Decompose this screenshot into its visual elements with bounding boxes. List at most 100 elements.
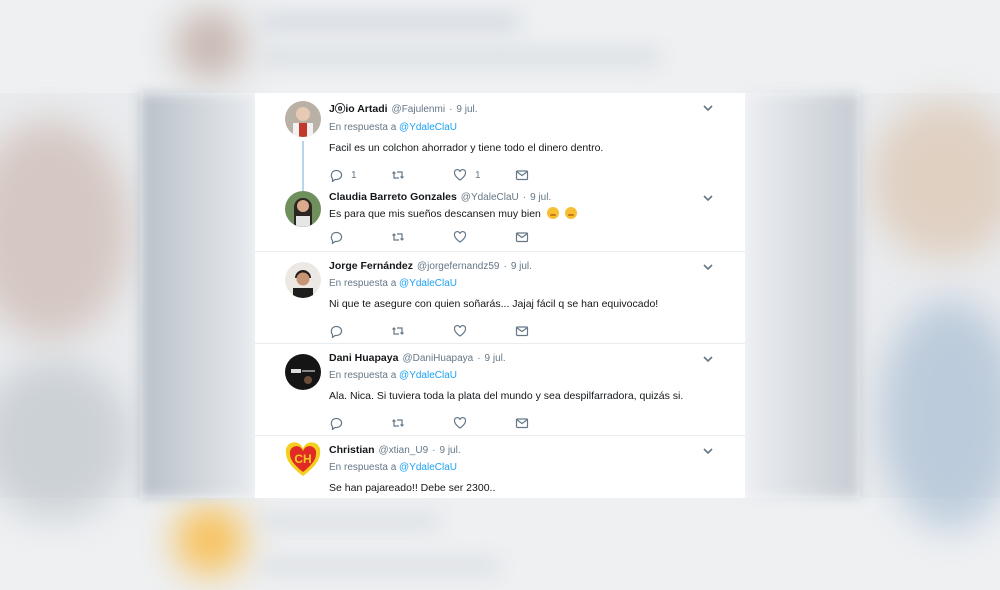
tweet[interactable]: CH Christian @xtian_U9 · 9 jul. En respu… — [255, 435, 745, 498]
heart-icon — [453, 416, 467, 429]
chevron-down-icon[interactable] — [701, 101, 715, 115]
tweet-header: Dani Huapaya @DaniHuapaya · 9 jul. — [329, 352, 733, 364]
reply-context: En respuesta a @YdaleClaU — [329, 122, 733, 133]
like-count: 1 — [475, 169, 481, 181]
tweet-actions — [329, 320, 733, 342]
author-name[interactable]: Christian — [329, 444, 375, 456]
reply-mention-link[interactable]: @YdaleClaU — [399, 122, 457, 133]
avatar[interactable] — [285, 262, 321, 298]
tweet-text: Se han pajareado!! Debe ser 2300.. — [329, 482, 496, 494]
chevron-down-icon[interactable] — [701, 444, 715, 458]
reply-icon — [330, 231, 343, 244]
person-photo-avatar-icon — [285, 262, 321, 298]
tweet-header: Christian @xtian_U9 · 9 jul. — [329, 444, 733, 456]
like-button[interactable] — [453, 230, 515, 244]
retweet-button[interactable] — [391, 168, 453, 182]
tweet-date[interactable]: 9 jul. — [511, 261, 532, 272]
heart-icon — [453, 324, 467, 337]
reply-mention-link[interactable]: @YdaleClaU — [399, 462, 457, 473]
retweet-button[interactable] — [391, 230, 453, 244]
heart-logo-avatar-icon: CH — [285, 442, 321, 478]
retweet-icon — [392, 171, 404, 179]
reply-mention-link[interactable]: @YdaleClaU — [399, 278, 457, 289]
avatar[interactable] — [285, 191, 321, 227]
direct-message-button[interactable] — [515, 416, 577, 430]
envelope-icon — [515, 326, 529, 337]
tweet-actions: 1 1 — [329, 164, 733, 186]
frame-right-blur — [745, 93, 860, 498]
reply-prefix: En respuesta a — [329, 462, 397, 473]
blushing-face-emoji-icon — [546, 207, 559, 219]
like-button[interactable] — [453, 324, 515, 338]
tweet-date[interactable]: 9 jul. — [439, 445, 460, 456]
reply-button[interactable] — [329, 416, 391, 430]
tweet-text: Facil es un colchon ahorrador y tiene to… — [329, 142, 604, 154]
reply-context: En respuesta a @YdaleClaU — [329, 278, 733, 289]
author-handle[interactable]: @Fajulenmi — [392, 104, 446, 115]
tweet-date[interactable]: 9 jul. — [456, 104, 477, 115]
author-handle[interactable]: @DaniHuapaya — [402, 353, 473, 364]
author-handle[interactable]: @YdaleClaU — [461, 192, 519, 203]
heart-icon — [453, 168, 467, 181]
reply-context: En respuesta a @YdaleClaU — [329, 370, 733, 381]
direct-message-button[interactable] — [515, 168, 577, 182]
reply-prefix: En respuesta a — [329, 122, 397, 133]
envelope-icon — [515, 418, 529, 429]
chevron-down-icon[interactable] — [701, 260, 715, 274]
like-button[interactable] — [453, 416, 515, 430]
direct-message-button[interactable] — [515, 324, 577, 338]
person-photo-avatar-icon — [285, 191, 321, 227]
reply-icon — [330, 325, 343, 338]
tweet[interactable]: Jorge Fernández @jorgefernandz59 · 9 jul… — [255, 251, 745, 343]
reply-button[interactable] — [329, 324, 391, 338]
tweet-text: Ni que te asegure con quien soñarás... J… — [329, 298, 659, 310]
reply-icon — [330, 169, 343, 182]
reply-context: En respuesta a @YdaleClaU — [329, 462, 733, 473]
author-name[interactable]: Jⓞio Artadi — [329, 101, 388, 116]
retweet-button[interactable] — [391, 416, 453, 430]
like-button[interactable]: 1 — [453, 168, 515, 182]
separator-dot: · — [503, 261, 507, 272]
author-name[interactable]: Claudia Barreto Gonzales — [329, 191, 457, 203]
person-photo-avatar-icon — [285, 101, 321, 137]
author-handle[interactable]: @jorgefernandz59 — [417, 261, 499, 272]
author-name[interactable]: Jorge Fernández — [329, 260, 413, 272]
retweet-icon — [392, 233, 404, 241]
avatar-logo-text: CH — [294, 452, 311, 466]
reply-icon — [330, 417, 343, 430]
separator-dot: · — [477, 353, 481, 364]
tweet[interactable]: Dani Huapaya @DaniHuapaya · 9 jul. En re… — [255, 343, 745, 435]
avatar[interactable] — [285, 354, 321, 390]
heart-icon — [453, 230, 467, 243]
thread-line — [302, 141, 304, 191]
chevron-down-icon[interactable] — [701, 352, 715, 366]
frame-left-blur — [140, 93, 255, 498]
author-handle[interactable]: @xtian_U9 — [379, 445, 429, 456]
tweet-text-row: Es para que mis sueños descansen muy bie… — [329, 207, 733, 221]
tweet-text: Es para que mis sueños descansen muy bie… — [329, 208, 541, 220]
replies-panel: Jⓞio Artadi @Fajulenmi · 9 jul. En respu… — [255, 93, 745, 498]
reply-mention-link[interactable]: @YdaleClaU — [399, 370, 457, 381]
tweet-date[interactable]: 9 jul. — [485, 353, 506, 364]
reply-button[interactable] — [329, 230, 391, 244]
avatar[interactable]: CH — [285, 442, 321, 478]
retweet-icon — [392, 327, 404, 335]
avatar[interactable] — [285, 101, 321, 137]
reply-button[interactable]: 1 — [329, 168, 391, 182]
tweet-text: Ala. Nica. Si tuviera toda la plata del … — [329, 390, 684, 402]
separator-dot: · — [432, 445, 436, 456]
envelope-icon — [515, 232, 529, 243]
tweet-actions — [329, 226, 733, 248]
envelope-icon — [515, 170, 529, 181]
retweet-button[interactable] — [391, 324, 453, 338]
author-name[interactable]: Dani Huapaya — [329, 352, 398, 364]
tweet[interactable]: Jⓞio Artadi @Fajulenmi · 9 jul. En respu… — [255, 93, 745, 191]
direct-message-button[interactable] — [515, 230, 577, 244]
tweet-date[interactable]: 9 jul. — [530, 192, 551, 203]
separator-dot: · — [449, 104, 453, 115]
person-photo-avatar-icon — [285, 354, 321, 390]
tweet[interactable]: Claudia Barreto Gonzales @YdaleClaU · 9 … — [255, 185, 745, 251]
retweet-icon — [392, 419, 404, 427]
reply-prefix: En respuesta a — [329, 370, 397, 381]
chevron-down-icon[interactable] — [701, 191, 715, 205]
